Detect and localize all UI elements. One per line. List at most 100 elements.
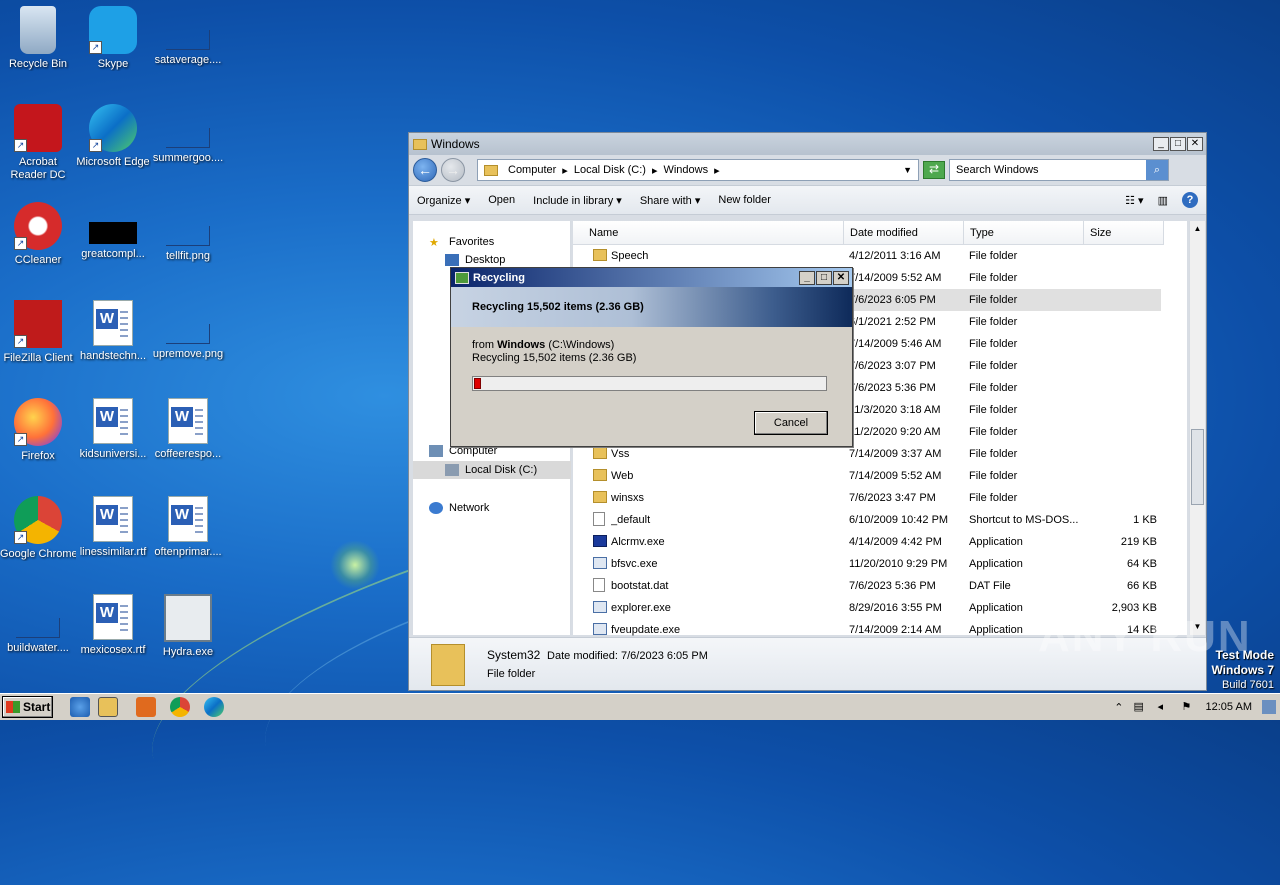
refresh-button[interactable]: ⇄ (923, 161, 945, 179)
desktop-icon[interactable]: greatcompl... (75, 202, 151, 261)
network-tray-icon[interactable]: ▤ (1134, 700, 1148, 714)
close-button[interactable]: ✕ (1187, 137, 1203, 151)
file-date: 7/14/2009 5:52 AM (849, 470, 942, 482)
flag-icon[interactable]: ⚑ (1182, 700, 1196, 714)
progress-bar (472, 376, 827, 391)
column-header-type[interactable]: Type (964, 221, 1084, 245)
address-bar[interactable]: Computer ▸ Local Disk (C:) ▸ Windows ▸ ▼ (477, 159, 919, 181)
clock[interactable]: 12:05 AM (1206, 701, 1252, 713)
dialog-heading: Recycling 15,502 items (2.36 GB) (451, 287, 852, 327)
desktop-icon[interactable]: Hydra.exe (150, 594, 226, 659)
file-type: File folder (969, 404, 1018, 416)
file-row[interactable]: winsxs 7/6/2023 3:47 PM File folder (573, 487, 1161, 509)
dialog-titlebar[interactable]: Recycling _ □ ✕ (451, 268, 852, 287)
file-type: File folder (969, 448, 1018, 460)
desktop-icon-label: Acrobat Reader DC (10, 156, 66, 181)
explorer-taskbar-icon[interactable] (98, 697, 118, 717)
search-placeholder: Search Windows (956, 164, 1039, 176)
show-desktop-icon[interactable] (1262, 700, 1276, 714)
nav-favorites[interactable]: ★ Favorites (429, 233, 587, 251)
window-title: Windows (431, 137, 480, 151)
preview-pane-icon[interactable]: ▥ (1158, 194, 1168, 207)
desktop-icon[interactable]: ↗ Google Chrome (0, 496, 76, 561)
search-input[interactable]: Search Windows ⌕ (949, 159, 1169, 181)
minimize-button[interactable]: _ (1153, 137, 1169, 151)
breadcrumb-local-disk[interactable]: Local Disk (C:) (574, 164, 646, 176)
desktop-icon[interactable]: tellfit.png (150, 202, 226, 263)
file-icon (166, 30, 210, 50)
file-name: Speech (611, 250, 649, 262)
edge-icon[interactable] (204, 697, 224, 717)
file-row[interactable]: Speech 4/12/2011 3:16 AM File folder (573, 245, 1161, 267)
maximize-button[interactable]: □ (1170, 137, 1186, 151)
file-type: Application (969, 536, 1023, 548)
desktop-icon[interactable]: ↗ FileZilla Client (0, 300, 76, 365)
file-row[interactable]: _default 6/10/2009 10:42 PM Shortcut to MS… (573, 509, 1161, 531)
column-header-size[interactable]: Size (1084, 221, 1164, 245)
cancel-button[interactable]: Cancel (754, 411, 828, 435)
media-player-icon[interactable] (136, 697, 156, 717)
file-size: 1 KB (1133, 514, 1157, 526)
desktop-icon[interactable]: Wkidsuniversi... (75, 398, 151, 461)
new-folder-button[interactable]: New folder (718, 194, 771, 206)
desktop-icon[interactable]: Wcoffeerespo... (150, 398, 226, 461)
scrollbar-thumb[interactable] (1191, 429, 1204, 505)
file-type: File folder (969, 360, 1018, 372)
file-row[interactable]: bootstat.dat 7/6/2023 5:36 PM DAT File 66 K… (573, 575, 1161, 597)
breadcrumb-windows[interactable]: Windows (663, 164, 708, 176)
desktop-icon[interactable]: Woftenprimar.... (150, 496, 226, 559)
chrome-icon[interactable] (170, 697, 190, 717)
windows-logo-icon (6, 701, 20, 713)
search-icon[interactable]: ⌕ (1146, 160, 1168, 180)
desktop-icon[interactable]: ↗ Skype (75, 6, 151, 71)
details-date: Date modified: 7/6/2023 6:05 PM (547, 650, 708, 662)
desktop-icon-label: kidsuniversi... (79, 448, 147, 460)
help-icon[interactable]: ? (1182, 192, 1198, 208)
view-options-icon[interactable]: ☷ ▾ (1125, 194, 1143, 207)
file-row[interactable]: Web 7/14/2009 5:52 AM File folder (573, 465, 1161, 487)
nav-network[interactable]: Network (429, 499, 587, 517)
desktop-icon-label: Recycle Bin (8, 58, 68, 70)
file-date: 11/20/2010 9:29 PM (849, 558, 948, 570)
column-header-date[interactable]: Date modified (844, 221, 964, 245)
file-row[interactable]: Alcrmv.exe 4/14/2009 4:42 PM Application 21… (573, 531, 1161, 553)
internet-explorer-icon[interactable] (70, 697, 90, 717)
scroll-up-arrow[interactable]: ▲ (1190, 221, 1205, 237)
open-button[interactable]: Open (488, 194, 515, 206)
forward-button[interactable]: → (441, 158, 465, 182)
acrobat-icon: ↗ (14, 104, 62, 152)
desktop-icon-label: Firefox (21, 450, 55, 462)
close-button[interactable]: ✕ (833, 270, 849, 285)
chevron-down-icon[interactable]: ▼ (903, 165, 912, 175)
speaker-icon[interactable]: ◂ (1158, 700, 1172, 714)
file-date: 11/2/2020 9:20 AM (849, 426, 941, 438)
desktop-icon[interactable]: Recycle Bin (0, 6, 76, 71)
nav-local-disk[interactable]: Local Disk (C:) (413, 461, 571, 479)
desktop-icon[interactable]: upremove.png (150, 300, 226, 361)
column-header-name[interactable]: Name (573, 221, 844, 245)
desktop-icon[interactable]: ↗ Microsoft Edge (75, 104, 151, 169)
maximize-button[interactable]: □ (816, 270, 832, 285)
desktop-icon[interactable]: ↗ Firefox (0, 398, 76, 463)
breadcrumb-computer[interactable]: Computer (508, 164, 556, 176)
minimize-button[interactable]: _ (799, 270, 815, 285)
show-hidden-icons[interactable]: ⌃ (1114, 701, 1123, 714)
include-in-library-menu[interactable]: Include in library ▾ (533, 194, 622, 207)
desktop-icon[interactable]: ↗ CCleaner (0, 202, 76, 267)
organize-menu[interactable]: Organize ▾ (417, 194, 470, 207)
vertical-scrollbar[interactable]: ▲ ▼ (1189, 221, 1205, 635)
back-button[interactable]: ← (413, 158, 437, 182)
share-with-menu[interactable]: Share with ▾ (640, 194, 701, 207)
file-date: 8/29/2016 3:55 PM (849, 602, 942, 614)
desktop-icon[interactable]: Wmexicosex.rtf (75, 594, 151, 657)
desktop-icon[interactable]: sataverage.... (150, 6, 226, 67)
desktop-icon[interactable]: Whandstechn... (75, 300, 151, 363)
desktop-icon[interactable]: summergoo.... (150, 104, 226, 165)
word-document-icon: W (93, 594, 133, 640)
desktop-icon[interactable]: ↗ Acrobat Reader DC (0, 104, 76, 182)
file-row[interactable]: bfsvc.exe 11/20/2010 9:29 PM Application 64… (573, 553, 1161, 575)
explorer-titlebar[interactable]: Windows _ □ ✕ (409, 133, 1206, 155)
desktop-icon[interactable]: buildwater.... (0, 594, 76, 655)
start-button[interactable]: Start (2, 696, 53, 718)
desktop-icon[interactable]: Wlinessimilar.rtf (75, 496, 151, 559)
